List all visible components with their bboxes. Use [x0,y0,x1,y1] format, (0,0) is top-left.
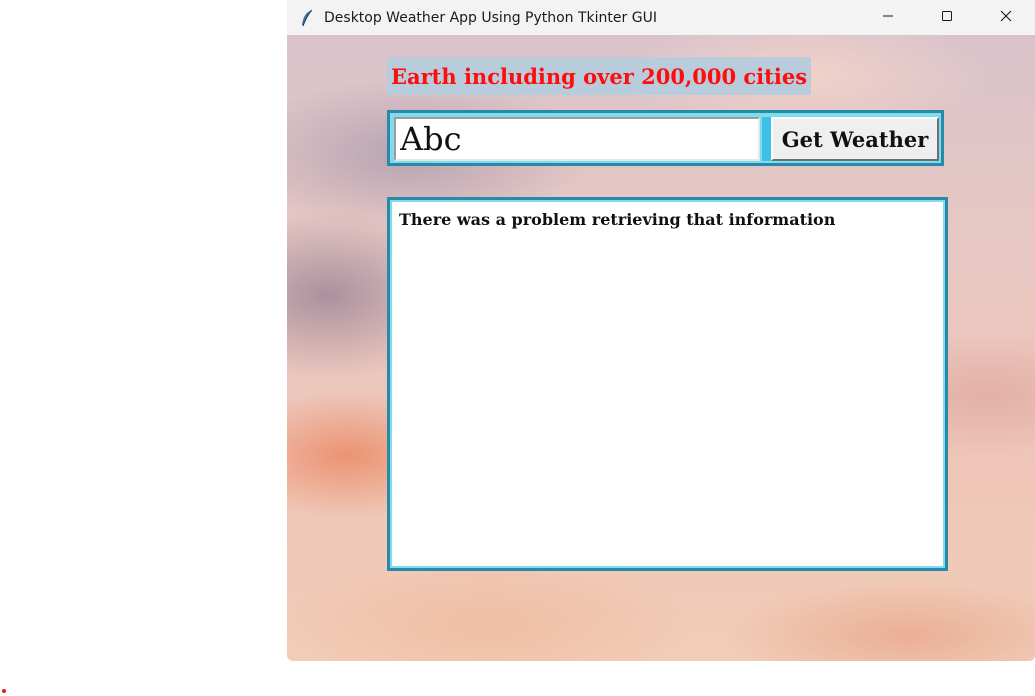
close-button[interactable] [976,0,1035,32]
minimize-icon [882,7,894,26]
sky-background: Earth including over 200,000 cities Get … [287,35,1035,661]
maximize-button[interactable] [917,0,976,32]
close-icon [1000,7,1012,26]
search-frame: Get Weather [387,110,944,166]
input-accent-bar [762,117,771,161]
minimize-button[interactable] [858,0,917,32]
get-weather-button[interactable]: Get Weather [771,117,939,161]
result-message: There was a problem retrieving that info… [399,210,836,229]
stray-dot [2,689,6,693]
maximize-icon [941,7,953,26]
heading-label: Earth including over 200,000 cities [387,57,812,95]
title-bar[interactable]: Desktop Weather App Using Python Tkinter… [287,0,1035,35]
result-label: There was a problem retrieving that info… [392,202,943,566]
app-window: Desktop Weather App Using Python Tkinter… [287,0,1035,661]
feather-icon [299,9,315,26]
result-frame: There was a problem retrieving that info… [387,197,948,571]
window-title: Desktop Weather App Using Python Tkinter… [324,9,657,26]
city-input[interactable] [394,117,760,161]
heading-text: Earth including over 200,000 cities [391,63,808,89]
window-controls [858,0,1035,32]
